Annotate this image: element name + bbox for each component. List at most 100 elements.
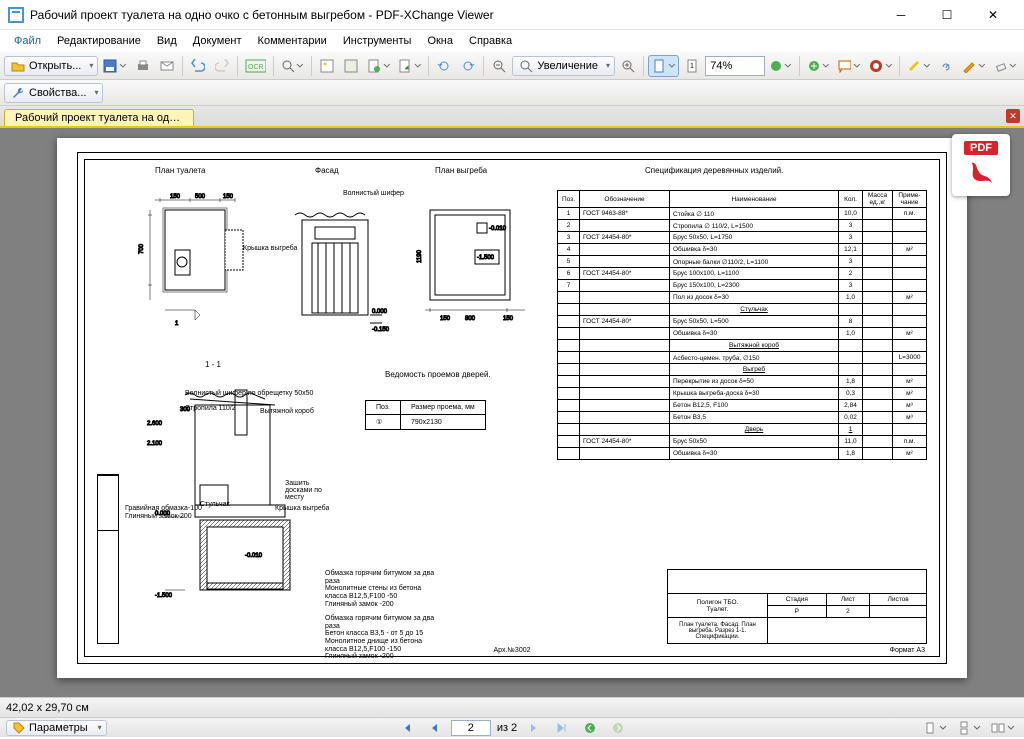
- new-doc-button[interactable]: [364, 55, 393, 77]
- eraser-tool-button[interactable]: [991, 55, 1020, 77]
- save-button[interactable]: [100, 55, 129, 77]
- image-export-icon: [320, 59, 334, 73]
- close-button[interactable]: ✕: [970, 0, 1016, 30]
- menu-document[interactable]: Документ: [185, 33, 250, 49]
- menu-edit[interactable]: Редактирование: [49, 33, 149, 49]
- zoom-apply-button[interactable]: [767, 55, 794, 77]
- menu-help[interactable]: Справка: [461, 33, 520, 49]
- tag-icon: [13, 722, 25, 734]
- status-bar: 42,02 x 29,70 см: [0, 697, 1024, 717]
- menu-file[interactable]: Файл: [6, 33, 49, 49]
- side-stamp: [97, 474, 119, 644]
- search-icon: [281, 59, 295, 73]
- zoom-icon: [519, 59, 533, 73]
- highlight-button[interactable]: [904, 55, 933, 77]
- pencil-tool-button[interactable]: [959, 55, 988, 77]
- svg-text:-1.500: -1.500: [477, 255, 495, 261]
- pdf-badge: PDF: [952, 134, 1010, 196]
- zoom-out-button[interactable]: [488, 55, 510, 77]
- window-title: Рабочий проект туалета на одно очко с бе…: [30, 8, 878, 22]
- actual-size-button[interactable]: 1: [681, 55, 703, 77]
- undo-button[interactable]: [187, 55, 209, 77]
- link-tool-button[interactable]: [935, 55, 957, 77]
- plan-toilet-sketch: 150500150 700 1: [135, 190, 255, 330]
- plan-toilet-title: План туалета: [155, 166, 206, 175]
- last-page-icon: [556, 722, 568, 734]
- zoom-out-icon: [492, 59, 506, 73]
- minimize-button[interactable]: ─: [878, 0, 924, 30]
- maximize-button[interactable]: ☐: [924, 0, 970, 30]
- svg-text:800: 800: [465, 316, 476, 322]
- fit-page-icon: [652, 59, 666, 73]
- open-button[interactable]: Открыть...: [4, 56, 98, 76]
- svg-text:OCR: OCR: [248, 64, 264, 71]
- menu-tools[interactable]: Инструменты: [335, 33, 420, 49]
- main-toolbar: Открыть... OCR Увеличение 1: [0, 52, 1024, 80]
- export-img-button[interactable]: [316, 55, 338, 77]
- fit-page-button[interactable]: [648, 55, 679, 77]
- next-page-button[interactable]: [523, 717, 545, 739]
- door-schedule-table: Поз.Размер проема, мм ①790x2130: [365, 400, 486, 430]
- svg-text:0.000: 0.000: [372, 309, 388, 315]
- svg-text:2.100: 2.100: [147, 441, 163, 447]
- svg-text:2.600: 2.600: [147, 421, 163, 427]
- menu-comments[interactable]: Комментарии: [250, 33, 335, 49]
- pdf-page: План туалета Фасад План выгреба 1 - 1 Ве…: [57, 138, 967, 678]
- page-count-label: из 2: [497, 722, 517, 734]
- menu-bar: Файл Редактирование Вид Документ Коммент…: [0, 30, 1024, 52]
- rotate-ccw-button[interactable]: [433, 55, 455, 77]
- ocr-button[interactable]: OCR: [242, 55, 269, 77]
- stamp-tool-button[interactable]: [866, 55, 895, 77]
- document-tabstrip: Рабочий проект туалета на одно очко с бе…: [0, 106, 1024, 128]
- nav-forward-button[interactable]: [607, 717, 629, 739]
- svg-text:150: 150: [440, 316, 451, 322]
- page-number-input[interactable]: [451, 720, 491, 736]
- app-icon: [8, 7, 24, 23]
- svg-text:150: 150: [170, 194, 181, 200]
- svg-text:150: 150: [503, 316, 514, 322]
- properties-button[interactable]: Свойства...: [4, 83, 103, 103]
- svg-text:500: 500: [195, 194, 206, 200]
- facade-title: Фасад: [315, 166, 339, 175]
- search-button[interactable]: [278, 55, 307, 77]
- svg-text:1: 1: [175, 321, 179, 327]
- zoom-dropdown[interactable]: Увеличение: [512, 56, 615, 76]
- scan-button[interactable]: [340, 55, 362, 77]
- export-button[interactable]: [395, 55, 424, 77]
- svg-text:1: 1: [690, 63, 694, 70]
- stamp-icon: [869, 59, 883, 73]
- document-tab[interactable]: Рабочий проект туалета на одно очко с бе…: [4, 109, 194, 126]
- params-button[interactable]: Параметры: [6, 720, 107, 736]
- folder-open-icon: [11, 59, 25, 73]
- section-title: 1 - 1: [205, 360, 221, 369]
- zoom-in-button[interactable]: [617, 55, 639, 77]
- continuous-page-button[interactable]: [954, 717, 984, 739]
- tab-close-button[interactable]: ✕: [1006, 109, 1020, 123]
- single-page-button[interactable]: [920, 717, 950, 739]
- print-button[interactable]: [132, 55, 154, 77]
- facing-page-button[interactable]: [988, 717, 1018, 739]
- last-page-button[interactable]: [551, 717, 573, 739]
- specification-table: Поз.ОбозначениеНаименованиеКол.Масса ед.…: [557, 190, 927, 460]
- svg-text:150: 150: [223, 194, 234, 200]
- svg-text:-0.010: -0.010: [489, 226, 507, 232]
- rotate-ccw-icon: [437, 59, 451, 73]
- title-block: Полигон ТБО. Туалет. СтадияЛистЛистов Р2…: [667, 569, 927, 644]
- add-bookmark-button[interactable]: [805, 55, 832, 77]
- redo-button[interactable]: [211, 55, 233, 77]
- nav-back-button[interactable]: [579, 717, 601, 739]
- comment-tool-button[interactable]: [835, 55, 864, 77]
- menu-view[interactable]: Вид: [149, 33, 185, 49]
- zoom-input[interactable]: [705, 56, 765, 76]
- svg-text:-1.500: -1.500: [155, 593, 173, 599]
- print-icon: [136, 59, 150, 73]
- prev-page-button[interactable]: [423, 717, 445, 739]
- rotate-cw-button[interactable]: [457, 55, 479, 77]
- first-page-button[interactable]: [395, 717, 417, 739]
- menu-windows[interactable]: Окна: [419, 33, 461, 49]
- document-viewport[interactable]: План туалета Фасад План выгреба 1 - 1 Ве…: [0, 128, 1024, 697]
- new-doc-icon: [367, 59, 381, 73]
- email-button[interactable]: [156, 55, 178, 77]
- pencil-icon: [962, 59, 976, 73]
- page-dimensions: 42,02 x 29,70 см: [6, 702, 89, 714]
